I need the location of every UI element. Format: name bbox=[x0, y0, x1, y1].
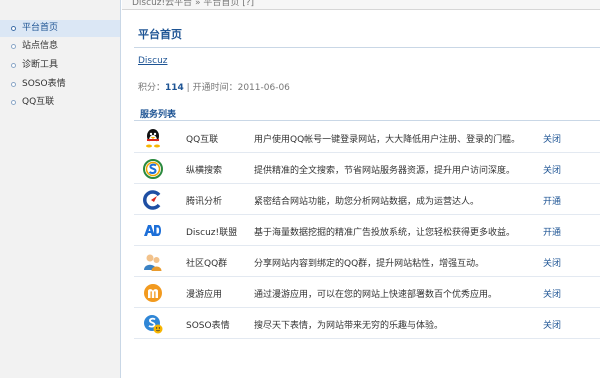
sidebar-item-diagnostics[interactable]: 诊断工具 bbox=[0, 57, 120, 74]
service-action-link[interactable]: 关闭 bbox=[543, 287, 561, 300]
service-action-link[interactable]: 关闭 bbox=[543, 318, 561, 331]
service-action-link[interactable]: 开通 bbox=[543, 194, 561, 207]
service-description: 基于海量数据挖掘的精准广告投放系统，让您轻松获得更多收益。 bbox=[254, 228, 516, 238]
bullet-icon bbox=[11, 63, 16, 68]
user-link[interactable]: Discuz bbox=[138, 56, 168, 66]
service-action-link[interactable]: 开通 bbox=[543, 225, 561, 238]
service-name: 漫游应用 bbox=[186, 290, 223, 300]
sidebar-item-label: SOSO表情 bbox=[22, 79, 66, 89]
service-row-qq-group: 社区QQ群 分享网站内容到绑定的QQ群，提升网站粘性，增强互动。 关闭 bbox=[134, 246, 600, 277]
service-description: 通过漫游应用，可以在您的网站上快速部署数百个优秀应用。 bbox=[254, 290, 498, 300]
services-header: 服务列表 bbox=[134, 107, 600, 121]
service-row-search: 纵横搜索 提供精准的全文搜索，节省网站服务器资源，提升用户访问深度。 关闭 bbox=[134, 153, 600, 184]
service-name: QQ互联 bbox=[186, 135, 219, 145]
service-description: 提供精准的全文搜索，节省网站服务器资源，提升用户访问深度。 bbox=[254, 166, 516, 176]
sidebar-item-qq-connect[interactable]: QQ互联 bbox=[0, 94, 120, 111]
bullet-icon bbox=[11, 82, 16, 87]
service-row-soso: SOSO表情 搜尽天下表情，为网站带来无穷的乐趣与体验。 关闭 bbox=[134, 308, 600, 339]
site-stats: 积分：114 | 开通时间：2011-06-06 bbox=[138, 80, 290, 93]
sidebar: 平台首页 站点信息 诊断工具 SOSO表情 QQ互联 bbox=[0, 0, 121, 378]
service-name: 腾讯分析 bbox=[186, 197, 223, 207]
sidebar-item-label: QQ互联 bbox=[22, 97, 55, 107]
analytics-c-icon bbox=[143, 190, 161, 210]
service-row-qq-connect: QQ互联 用户使用QQ帐号一键登录网站，大大降低用户注册、登录的门槛。 关闭 bbox=[134, 122, 600, 153]
points-label: 积分： bbox=[138, 83, 166, 93]
sidebar-item-site-info[interactable]: 站点信息 bbox=[0, 38, 120, 55]
service-row-analytics: 腾讯分析 紧密结合网站功能，助您分析网站数据，成为运营达人。 开通 bbox=[134, 184, 600, 215]
soso-emoticon-icon bbox=[144, 315, 163, 334]
main-content: 平台首页 Discuz 积分：114 | 开通时间：2011-06-06 服务列… bbox=[122, 10, 600, 378]
sidebar-item-label: 平台首页 bbox=[22, 23, 59, 33]
top-bar: Discuz!云平台 » 平台首页 [?] bbox=[122, 0, 600, 10]
points-value: 114 bbox=[165, 83, 184, 93]
title-divider bbox=[134, 47, 600, 48]
page-title: 平台首页 bbox=[138, 28, 182, 41]
sidebar-item-home[interactable]: 平台首页 bbox=[0, 20, 120, 37]
bullet-icon bbox=[11, 100, 16, 105]
ad-union-icon bbox=[144, 225, 161, 236]
service-description: 紧密结合网站功能，助您分析网站数据，成为运营达人。 bbox=[254, 197, 480, 207]
service-action-link[interactable]: 关闭 bbox=[543, 132, 561, 145]
sidebar-item-soso-emoticons[interactable]: SOSO表情 bbox=[0, 76, 120, 93]
service-row-manyou: 漫游应用 通过漫游应用，可以在您的网站上快速部署数百个优秀应用。 关闭 bbox=[134, 277, 600, 308]
service-name: Discuz!联盟 bbox=[186, 228, 238, 238]
bullet-icon bbox=[11, 26, 16, 31]
service-action-link[interactable]: 关闭 bbox=[543, 163, 561, 176]
open-date-value: 2011-06-06 bbox=[237, 83, 290, 93]
service-action-link[interactable]: 关闭 bbox=[543, 256, 561, 269]
open-date-label: 开通时间： bbox=[192, 83, 238, 93]
service-name: 纵横搜索 bbox=[186, 166, 223, 176]
manyou-m-icon bbox=[144, 284, 162, 302]
service-name: 社区QQ群 bbox=[186, 259, 228, 269]
service-description: 分享网站内容到绑定的QQ群，提升网站粘性，增强互动。 bbox=[254, 259, 485, 269]
service-row-union: Discuz!联盟 基于海量数据挖掘的精准广告投放系统，让您轻松获得更多收益。 … bbox=[134, 215, 600, 246]
service-description: 用户使用QQ帐号一键登录网站，大大降低用户注册、登录的门槛。 bbox=[254, 135, 521, 145]
bullet-icon bbox=[11, 44, 16, 49]
stats-separator: | bbox=[183, 83, 193, 93]
sidebar-item-label: 诊断工具 bbox=[22, 60, 59, 70]
search-s-icon bbox=[143, 159, 163, 179]
service-description: 搜尽天下表情，为网站带来无穷的乐趣与体验。 bbox=[254, 321, 444, 331]
breadcrumb: Discuz!云平台 » 平台首页 [?] bbox=[132, 0, 254, 8]
qq-group-icon bbox=[144, 254, 162, 271]
qq-penguin-icon bbox=[146, 129, 160, 148]
service-name: SOSO表情 bbox=[186, 321, 230, 331]
sidebar-item-label: 站点信息 bbox=[22, 41, 59, 51]
services-title: 服务列表 bbox=[140, 110, 177, 120]
